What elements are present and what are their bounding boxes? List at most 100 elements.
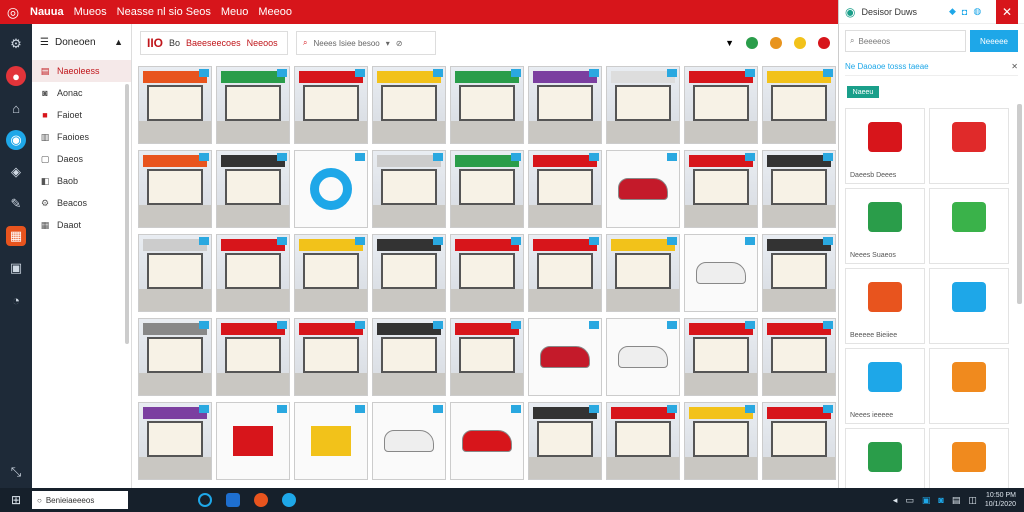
panel-scrollbar[interactable]	[1017, 104, 1022, 304]
product-thumbnail[interactable]	[372, 402, 446, 480]
sidebar-item[interactable]: ■ Faioet	[32, 104, 131, 126]
brand-filter[interactable]: IIO Bo Baeeseecoes Neeoos	[140, 31, 288, 55]
network-icon[interactable]: ▭	[905, 495, 914, 506]
windows-start-icon[interactable]: ⊞	[0, 493, 32, 507]
store-thumbnail[interactable]	[528, 402, 602, 480]
refresh-icon[interactable]	[818, 37, 830, 49]
chat-icon[interactable]: ◆	[949, 6, 956, 17]
store-thumbnail[interactable]	[372, 234, 446, 312]
product-thumbnail[interactable]	[606, 150, 680, 228]
user-icon[interactable]: ◍	[973, 6, 981, 17]
product-card[interactable]	[929, 348, 1009, 424]
store-thumbnail[interactable]	[294, 66, 368, 144]
store-thumbnail[interactable]	[138, 318, 212, 396]
settings-icon[interactable]: ⚙	[6, 34, 26, 54]
image-icon[interactable]: ▣	[6, 258, 26, 278]
product-card[interactable]: Daeesb Deees	[845, 108, 925, 184]
browser-icon[interactable]	[254, 493, 268, 507]
sidebar-item[interactable]: ▢ Daeos	[32, 148, 131, 170]
file-explorer-icon[interactable]	[226, 493, 240, 507]
store-thumbnail[interactable]	[216, 318, 290, 396]
store-thumbnail[interactable]	[762, 318, 836, 396]
chevron-down-icon[interactable]: ▾	[386, 39, 390, 48]
panel-search-input[interactable]: ⌕ Beeeeos	[845, 30, 966, 52]
store-thumbnail[interactable]	[372, 150, 446, 228]
sync-icon[interactable]: ◉	[6, 130, 26, 150]
store-thumbnail[interactable]	[294, 318, 368, 396]
menu-item[interactable]: Meeoo	[258, 6, 292, 18]
sidebar-header[interactable]: ☰ Doneoen ▲	[32, 24, 131, 60]
product-card[interactable]: Neees ieeeee	[845, 348, 925, 424]
tray-icon[interactable]: ◙	[938, 495, 943, 505]
product-card[interactable]: Neees Suaeos	[845, 188, 925, 264]
sort-icon[interactable]	[770, 37, 782, 49]
search-button[interactable]: Neeeee	[970, 30, 1018, 52]
store-thumbnail[interactable]	[606, 402, 680, 480]
sidebar-item[interactable]: ▦ Daaot	[32, 214, 131, 236]
tray-icon[interactable]: ▤	[952, 495, 961, 506]
store-thumbnail[interactable]	[528, 66, 602, 144]
store-thumbnail[interactable]	[762, 150, 836, 228]
store-thumbnail[interactable]	[528, 150, 602, 228]
store-thumbnail[interactable]	[216, 66, 290, 144]
store-thumbnail[interactable]	[450, 234, 524, 312]
bag-icon[interactable]: ⌂	[6, 98, 26, 118]
star-icon[interactable]	[794, 37, 806, 49]
store-thumbnail[interactable]	[138, 66, 212, 144]
product-card[interactable]	[929, 188, 1009, 264]
close-icon[interactable]: ✕	[996, 0, 1018, 24]
product-thumbnail[interactable]	[528, 318, 602, 396]
tray-icon[interactable]: ◫	[968, 495, 977, 506]
store-thumbnail[interactable]	[372, 66, 446, 144]
task-view-icon[interactable]	[198, 493, 212, 507]
clear-icon[interactable]: ⊘	[396, 39, 403, 48]
edit-icon[interactable]: ✎	[6, 194, 26, 214]
sidebar-item[interactable]: ◙ Aonac	[32, 82, 131, 104]
store-thumbnail[interactable]	[684, 150, 758, 228]
close-icon[interactable]: ✕	[1011, 62, 1018, 71]
speaker-icon[interactable]: ◂	[893, 495, 898, 506]
store-thumbnail[interactable]	[762, 66, 836, 144]
grid-icon[interactable]: ▦	[6, 226, 26, 246]
store-thumbnail[interactable]	[138, 402, 212, 480]
menu-item[interactable]: Meuo	[221, 6, 249, 18]
store-thumbnail[interactable]	[684, 318, 758, 396]
sidebar-item[interactable]: ◧ Baob	[32, 170, 131, 192]
search-icon[interactable]: ◔	[6, 290, 26, 310]
product-thumbnail[interactable]	[684, 234, 758, 312]
store-thumbnail[interactable]	[216, 234, 290, 312]
store-thumbnail[interactable]	[450, 150, 524, 228]
store-thumbnail[interactable]	[762, 234, 836, 312]
store-thumbnail[interactable]	[528, 234, 602, 312]
filter-icon[interactable]	[746, 37, 758, 49]
chevron-up-icon[interactable]: ▲	[114, 37, 123, 47]
chevron-down-icon[interactable]: ▼	[725, 38, 734, 48]
store-thumbnail[interactable]	[606, 66, 680, 144]
profile-icon[interactable]: ●	[6, 66, 26, 86]
sidebar-item[interactable]: ▥ Faoioes	[32, 126, 131, 148]
edge-icon[interactable]	[282, 493, 296, 507]
product-thumbnail[interactable]	[450, 402, 524, 480]
tray-icon[interactable]: ▣	[922, 495, 931, 506]
search-input[interactable]: ⌕ Neees Isiee besoo ▾ ⊘	[296, 31, 436, 55]
store-thumbnail[interactable]	[684, 402, 758, 480]
taskbar-search[interactable]: ○ Benieiaeeeos	[32, 491, 128, 509]
product-thumbnail[interactable]	[606, 318, 680, 396]
product-card[interactable]: Beeeee Bieiiee	[845, 268, 925, 344]
store-thumbnail[interactable]	[762, 402, 836, 480]
store-thumbnail[interactable]	[372, 318, 446, 396]
app-logo-icon[interactable]: ◎	[0, 0, 26, 24]
sidebar-item[interactable]: ▤ Naeoleess	[32, 60, 131, 82]
product-card[interactable]	[929, 268, 1009, 344]
store-thumbnail[interactable]	[450, 66, 524, 144]
store-thumbnail[interactable]	[606, 234, 680, 312]
collapse-icon[interactable]: ⤡	[6, 462, 26, 482]
notification-icon[interactable]: ◘	[962, 7, 967, 17]
store-thumbnail[interactable]	[138, 150, 212, 228]
category-tag[interactable]: Naeeu	[847, 86, 879, 98]
menu-item[interactable]: Neasse nl sio Seos	[117, 6, 211, 18]
menu-item[interactable]: Mueos	[74, 6, 107, 18]
product-thumbnail[interactable]	[216, 402, 290, 480]
store-thumbnail[interactable]	[684, 66, 758, 144]
store-thumbnail[interactable]	[216, 150, 290, 228]
